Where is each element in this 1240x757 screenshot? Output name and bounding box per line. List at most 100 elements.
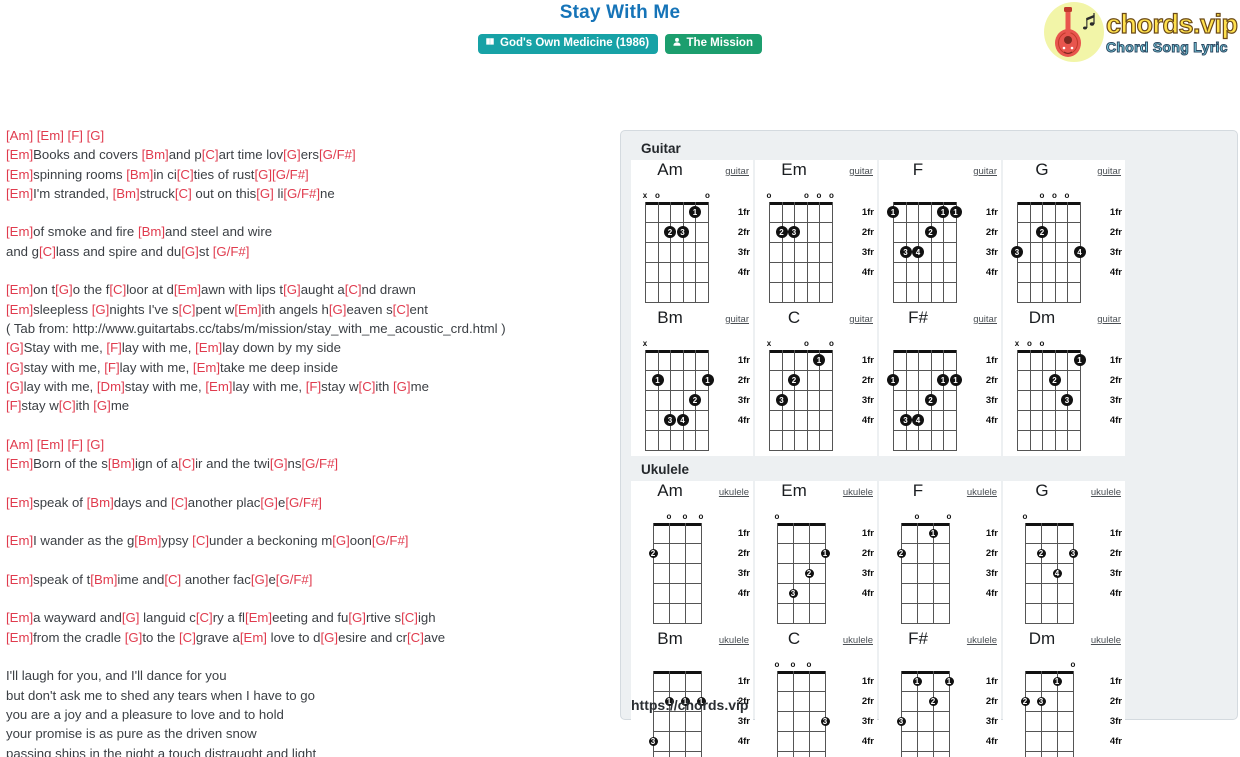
chord-card-fsharp-guitar[interactable]: F# guitar 1 1 1 2 3 4 1fr 2fr 3fr 4fr — [879, 308, 1001, 456]
chord-token: [F] — [106, 340, 122, 356]
lyric-text: nights I've s — [109, 301, 179, 317]
chord-card-f-ukulele[interactable]: Fukulele o o 1 2 1fr 2fr 3fr 4fr — [879, 481, 1001, 629]
chord-instrument-link[interactable]: guitar — [725, 166, 749, 177]
string-line — [794, 350, 795, 450]
fret-line — [645, 222, 709, 223]
lyric-text: ties of rust — [193, 166, 255, 182]
lyric-text: e — [268, 571, 276, 587]
chord-card-bm-guitar[interactable]: Bm guitar x 1 1 2 3 4 1fr 2fr 3fr 4fr — [631, 308, 753, 456]
lyric-line: [Em]Books and covers [Bm]and p[C]art tim… — [6, 145, 606, 164]
album-badge[interactable]: God's Own Medicine (1986) — [478, 34, 659, 54]
chord-instrument-link[interactable]: guitar — [849, 166, 873, 177]
chord-instrument-link[interactable]: ukulele — [1091, 487, 1121, 498]
fret-line — [1017, 242, 1081, 243]
chord-instrument-link[interactable]: guitar — [1097, 166, 1121, 177]
finger-dot: 2 — [1036, 548, 1046, 558]
chord-fretboard: 1 1 1 2 3 4 1fr 2fr 3fr 4fr — [879, 184, 1001, 306]
finger-dot: 4 — [912, 246, 924, 258]
chord-name: F# — [908, 308, 928, 327]
chord-card-am-guitar[interactable]: Am guitar o o x 1 2 3 1fr 2fr 3fr 4fr — [631, 160, 753, 308]
chord-token: [Am] [Em] [F] [G] — [6, 436, 105, 452]
chord-card-dm-guitar[interactable]: Dm guitar o o x 1 2 3 1fr 2fr 3fr 4fr — [1003, 308, 1125, 456]
chord-card-header: Cguitar — [755, 308, 877, 332]
lyric-line: [Am] [Em] [F] [G] — [6, 435, 606, 454]
chord-instrument-link[interactable]: guitar — [725, 314, 749, 325]
fret-label: 3fr — [861, 716, 874, 727]
string-line — [1041, 523, 1042, 623]
string-line — [769, 202, 770, 302]
chord-diagram-panel: Guitar Am guitar o o x 1 2 3 1fr 2fr 3fr 4fr Em guita… — [620, 130, 1238, 757]
lyric-line: [Em]sleepless [G]nights I've s[C]pent w[… — [6, 300, 606, 319]
fret-line — [1017, 370, 1081, 371]
chord-instrument-link[interactable]: ukulele — [843, 487, 873, 498]
chord-name: C — [787, 308, 801, 327]
chord-instrument-link[interactable]: ukulele — [843, 635, 873, 646]
open-string-marker: o — [666, 512, 672, 521]
chord-token: [Em] — [6, 282, 34, 298]
fret-label: 3fr — [1109, 395, 1122, 406]
muted-string-marker: x — [642, 339, 648, 348]
fret-line — [1017, 222, 1081, 223]
chord-token: [Em] — [234, 301, 262, 317]
chord-fretboard: o o o 2 1fr 2fr 3fr 4fr — [631, 505, 753, 627]
fret-label: 3fr — [737, 395, 750, 406]
lyric-line — [6, 261, 606, 280]
lyric-text: struck — [139, 185, 175, 201]
chord-token: [G] — [124, 629, 143, 645]
finger-dot: 1 — [1073, 354, 1086, 366]
chord-instrument-link[interactable]: ukulele — [719, 635, 749, 646]
string-line — [1054, 350, 1056, 450]
string-line — [657, 350, 659, 450]
chord-token: [Dm] — [96, 378, 125, 394]
chord-instrument-link[interactable]: ukulele — [967, 635, 997, 646]
finger-dot: 1 — [937, 206, 949, 218]
chord-instrument-link[interactable]: ukulele — [719, 487, 749, 498]
chord-token: [C] — [201, 147, 219, 163]
string-line — [781, 202, 783, 302]
finger-dot: 3 — [648, 736, 658, 746]
fret-line — [777, 691, 826, 692]
lyric-text: spinning rooms — [33, 166, 127, 182]
chord-card-header: Bm guitar — [631, 308, 753, 332]
chord-card-g-guitar[interactable]: Gguitar o o o 2 3 4 1fr 2fr 3fr 4fr — [1003, 160, 1125, 308]
fret-label: 1fr — [737, 207, 750, 218]
page-header: Stay With Me God's Own Medicine (1986) T… — [0, 0, 1240, 64]
artist-badge[interactable]: The Mission — [664, 34, 762, 54]
chord-instrument-link[interactable]: ukulele — [967, 487, 997, 498]
muted-string-marker: x — [642, 191, 648, 200]
finger-dot: 1 — [689, 206, 701, 218]
chord-card-am-ukulele[interactable]: Am ukulele o o o 2 1fr 2fr 3fr 4fr — [631, 481, 753, 629]
chord-card-g-ukulele[interactable]: Gukulele o 2 3 4 1fr 2fr 3fr 4fr — [1003, 481, 1125, 629]
finger-dot: 1 — [813, 354, 825, 366]
chord-card-em-ukulele[interactable]: Em ukulele o 1 2 3 1fr 2fr 3fr 4fr — [755, 481, 877, 629]
nut — [1025, 671, 1074, 674]
chord-card-f-guitar[interactable]: Fguitar 1 1 1 2 3 4 1fr 2fr 3fr 4fr — [879, 160, 1001, 308]
chord-instrument-link[interactable]: ukulele — [1091, 635, 1121, 646]
chord-card-fsharp-ukulele[interactable]: F# ukulele 1 1 2 3 1fr 2fr 3fr 4fr — [879, 629, 1001, 757]
chord-fretboard: 1 1 2 3 1fr 2fr 3fr 4fr — [879, 653, 1001, 757]
fret-line — [1025, 711, 1074, 712]
chord-fretboard: o o x 1 2 3 1fr 2fr 3fr 4fr — [755, 332, 877, 454]
chord-card-bm-ukulele[interactable]: Bm ukulele 1 1 1 3 1fr 2fr 3fr 4fr — [631, 629, 753, 757]
chord-instrument-link[interactable]: guitar — [849, 314, 873, 325]
lyric-line: [Em]speak of t[Bm]ime and[C] another fac… — [6, 570, 606, 589]
site-logo[interactable]: chords.vip Chord Song Lyric — [1040, 0, 1240, 64]
chord-card-em-guitar[interactable]: Em guitar o o o o 2 3 1fr 2fr 3fr 4fr — [755, 160, 877, 308]
chord-fretboard: o o o o 2 3 1fr 2fr 3fr 4fr — [755, 184, 877, 306]
chord-card-dm-ukulele[interactable]: Dm ukulele o 1 2 3 1fr 2fr 3fr 4fr — [1003, 629, 1125, 757]
fret-line — [777, 563, 826, 564]
chord-name: Am — [657, 481, 683, 500]
chord-instrument-link[interactable]: guitar — [973, 166, 997, 177]
lyric-line — [6, 512, 606, 531]
chord-instrument-link[interactable]: guitar — [973, 314, 997, 325]
chord-instrument-link[interactable]: guitar — [1097, 314, 1121, 325]
finger-dot: 3 — [1011, 246, 1023, 258]
lyric-text: rtive s — [365, 610, 402, 626]
chord-card-c-ukulele[interactable]: Cukulele o o o 3 1fr 2fr 3fr 4fr — [755, 629, 877, 757]
chord-card-c-guitar[interactable]: Cguitar o o x 1 2 3 1fr 2fr 3fr 4fr — [755, 308, 877, 456]
finger-dot: 1 — [887, 374, 899, 386]
finger-dot: 2 — [664, 226, 676, 238]
fret-line — [893, 430, 957, 431]
string-line — [943, 350, 944, 450]
lyric-line: [Em]of smoke and fire [Bm]and steel and … — [6, 222, 606, 241]
